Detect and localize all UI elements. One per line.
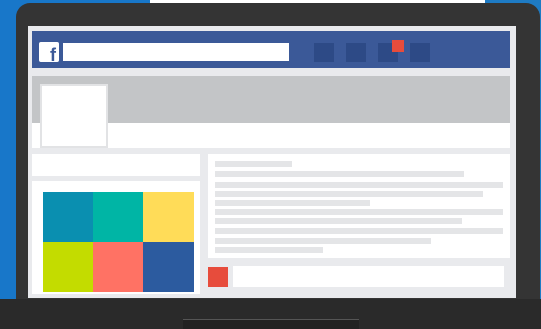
- photos-card: [32, 181, 200, 294]
- profile-header: [32, 76, 510, 148]
- post-text-placeholder: [215, 191, 483, 197]
- profile-picture[interactable]: [40, 84, 108, 148]
- post-text-placeholder: [215, 171, 464, 177]
- photo-tile[interactable]: [93, 242, 143, 292]
- top-navigation-bar: f: [32, 31, 510, 68]
- intro-card: [32, 154, 200, 176]
- search-input[interactable]: [63, 43, 289, 61]
- post-text-placeholder: [215, 218, 462, 224]
- photo-tile[interactable]: [43, 242, 93, 292]
- photo-tile[interactable]: [93, 192, 143, 242]
- notification-badge: [392, 40, 404, 52]
- stage: f: [0, 0, 541, 329]
- laptop-notch: [183, 319, 359, 329]
- comment-input[interactable]: [233, 266, 504, 287]
- settings-icon[interactable]: [410, 43, 430, 62]
- photo-tile[interactable]: [43, 192, 93, 242]
- laptop-screen: f: [28, 26, 516, 298]
- post-text-placeholder: [215, 182, 503, 188]
- facebook-logo-glyph: f: [50, 45, 56, 65]
- post-text-placeholder: [215, 209, 503, 215]
- post-text-placeholder: [215, 247, 323, 253]
- friends-icon[interactable]: [314, 43, 334, 62]
- post-title-placeholder: [215, 161, 292, 167]
- post-text-placeholder: [215, 200, 370, 206]
- photo-tile[interactable]: [143, 192, 194, 242]
- post-text-placeholder: [215, 238, 431, 244]
- facebook-logo-icon[interactable]: f: [39, 42, 59, 65]
- commenter-avatar: [208, 267, 228, 287]
- post-text-placeholder: [215, 228, 503, 234]
- messages-icon[interactable]: [346, 43, 366, 62]
- photo-grid: [43, 192, 194, 292]
- photo-tile[interactable]: [143, 242, 194, 292]
- post-card: [208, 154, 510, 258]
- comment-composer: [208, 265, 510, 288]
